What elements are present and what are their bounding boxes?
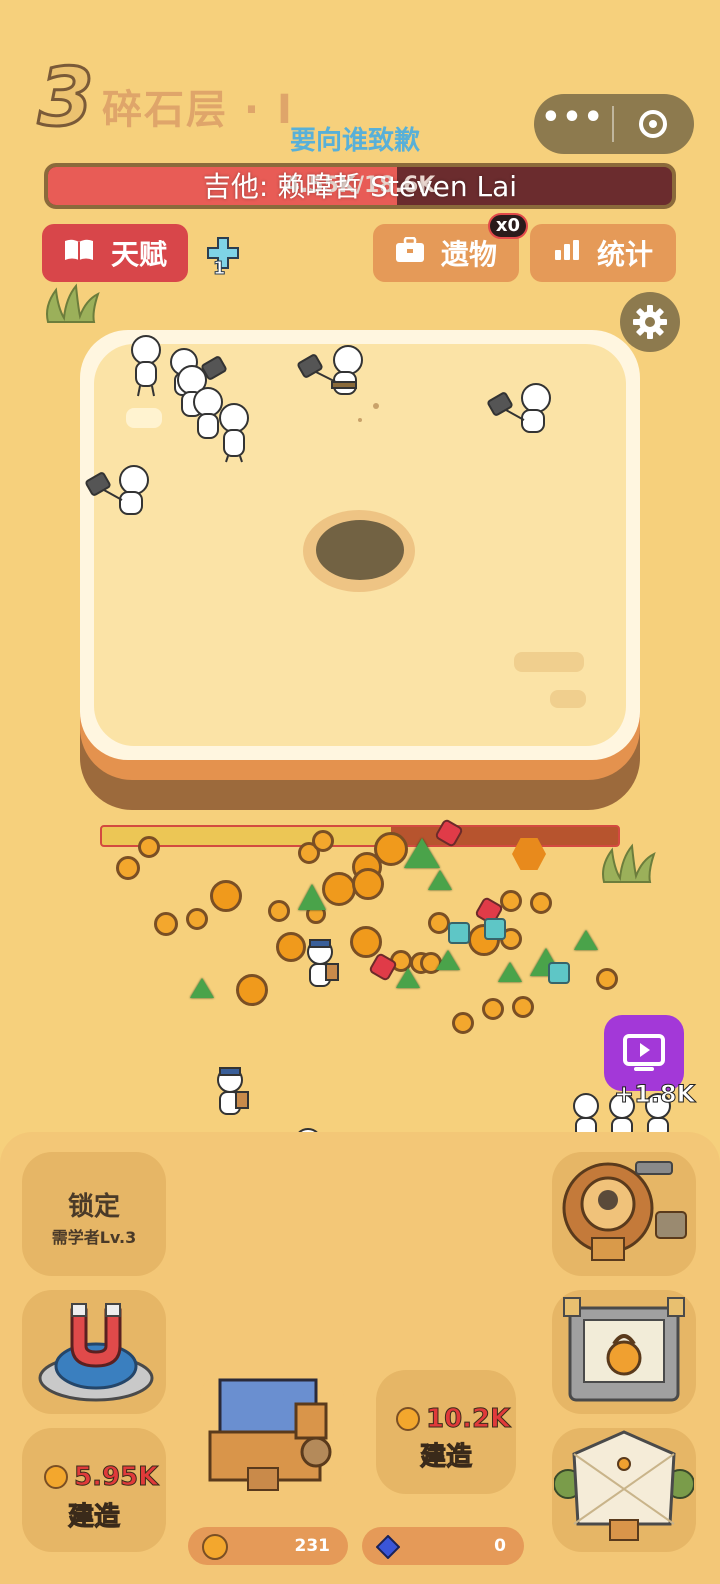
dig-progress-bar [100, 825, 620, 847]
video-play-icon [623, 1034, 665, 1071]
coin-icon [44, 1465, 68, 1489]
gem-count: 0 [494, 1536, 506, 1556]
stats-label: 统计 [596, 238, 653, 271]
coin [186, 908, 208, 930]
worker-with-hammer [85, 465, 149, 515]
coin [374, 832, 408, 866]
target-icon[interactable] [614, 110, 692, 138]
build-cost-left-value: 5.95K [73, 1462, 159, 1493]
arena-patch [514, 652, 584, 672]
stats-button[interactable]: 统计 [530, 224, 676, 282]
overlay-title: 要向谁致歉 [290, 126, 421, 156]
worker-figure [131, 335, 161, 397]
coin [596, 968, 618, 990]
gem-icon [376, 1535, 400, 1559]
coin [530, 892, 552, 914]
relic-label: 遗物 [440, 238, 497, 271]
song-subtitle: 吉他: 赖暐哲 Steven Lai [202, 170, 518, 203]
coin [500, 890, 522, 912]
arena-patch [550, 690, 586, 708]
mini-program-capsule: ••• [534, 94, 694, 154]
grass-decoration [602, 843, 656, 883]
coin-count: 231 [294, 1536, 331, 1556]
coin [352, 868, 384, 900]
locked-slot-title: 锁定 [67, 1192, 120, 1222]
green-crystal [404, 838, 440, 868]
carrier-worker [307, 939, 339, 987]
build-cost-middle-value: 10.2K [425, 1404, 511, 1435]
briefcase-icon [395, 236, 425, 270]
worker-figure [219, 403, 249, 463]
level-name: 碎石层 · I [102, 87, 294, 133]
ad-bonus-amount: +1.8K [613, 1080, 696, 1109]
build-left-label[interactable]: 建造 [22, 1496, 166, 1533]
gem-counter: 0 [362, 1527, 524, 1565]
magnet-building [38, 1303, 154, 1402]
book-icon [63, 238, 95, 269]
arena-workers [85, 335, 551, 515]
carrier-worker [217, 1067, 249, 1115]
coin [312, 830, 334, 852]
green-crystal [428, 870, 452, 890]
cannon-workshop-building [562, 1161, 687, 1261]
coin [322, 872, 356, 906]
talent-button[interactable]: 天赋 [42, 224, 188, 282]
cross-count: 1 [213, 258, 226, 280]
worker-with-hammer [297, 345, 363, 395]
coin-icon [202, 1534, 228, 1560]
worker-figure [193, 387, 223, 439]
coin [210, 880, 242, 912]
more-icon[interactable]: ••• [534, 103, 612, 133]
grass-decoration [46, 283, 100, 323]
build-middle-label[interactable]: 建造 [376, 1436, 516, 1473]
coin [268, 900, 290, 922]
talent-label: 天赋 [110, 238, 167, 271]
worker-with-hammer [487, 383, 551, 433]
coin [116, 856, 140, 880]
coin-counter: 231 [188, 1527, 348, 1565]
bar-chart-icon [553, 238, 581, 269]
relic-count-badge: x0 [488, 213, 528, 239]
kettlebell-gym-building [563, 1297, 685, 1402]
locked-slot-requirement: 需学者Lv.3 [51, 1228, 137, 1247]
build-cost-left: 5.95K [44, 1462, 159, 1493]
tent-building [554, 1430, 694, 1541]
coin-icon [396, 1407, 420, 1431]
level-number: 3 [37, 51, 96, 144]
workbench-building [208, 1378, 332, 1491]
green-crystal [298, 884, 326, 910]
coin [138, 836, 160, 858]
build-cost-middle: 10.2K [396, 1404, 511, 1435]
